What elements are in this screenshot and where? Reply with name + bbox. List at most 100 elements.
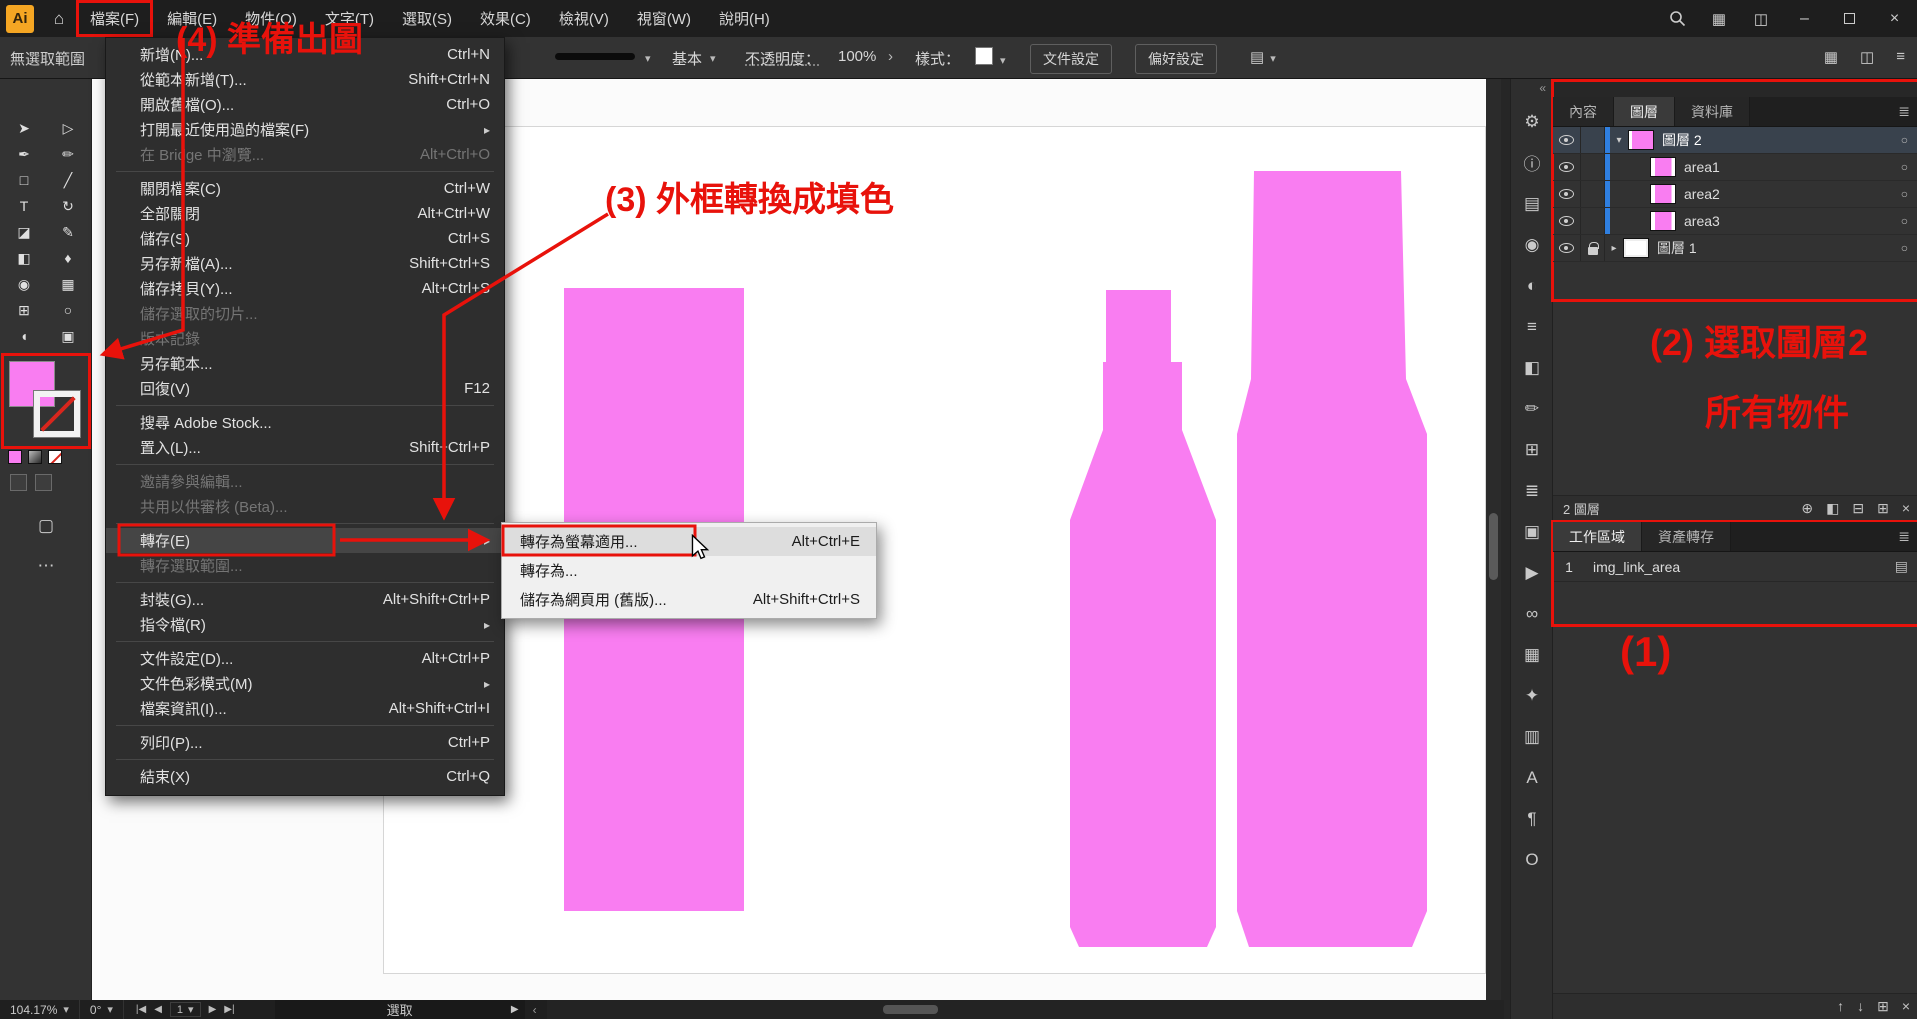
new-artboard-icon[interactable]: ⊞ xyxy=(1877,998,1889,1015)
file-menu-item-17[interactable]: 共用以供審核 (Beta)... xyxy=(106,494,504,519)
file-menu-item-20[interactable]: 封裝(G)...Alt+Shift+Ctrl+P xyxy=(106,587,504,612)
layers-tab-2[interactable]: 資料庫 xyxy=(1675,97,1750,126)
layers-tab-1[interactable]: 圖層 xyxy=(1614,97,1675,126)
file-menu-item-21[interactable]: 指令檔(R)▸ xyxy=(106,612,504,637)
zoom-tool[interactable]: ○ xyxy=(46,297,90,323)
brush-definition-dropdown[interactable]: 基本 ▾ xyxy=(672,48,716,69)
lock-toggle[interactable] xyxy=(1581,154,1605,180)
file-menu-item-7[interactable]: 儲存(S)Ctrl+S xyxy=(106,226,504,251)
menubar-item-6[interactable]: 檢視(V) xyxy=(545,0,623,37)
file-menu-item-5[interactable]: 關閉檔案(C)Ctrl+W xyxy=(106,176,504,201)
delete-layer-icon[interactable]: × xyxy=(1902,500,1910,517)
target-circle-icon[interactable]: ○ xyxy=(1901,133,1908,147)
artboard-tool[interactable]: ⊞ xyxy=(2,297,46,323)
isolate-selection-dropdown[interactable]: ▤ ▾ xyxy=(1250,48,1276,66)
gradient-panel-icon[interactable]: ◐ xyxy=(1511,265,1553,306)
mesh-tool[interactable]: ▦ xyxy=(46,271,90,297)
locate-object-icon[interactable]: ⊕ xyxy=(1801,500,1813,517)
layer-row-3[interactable]: area3○ xyxy=(1553,208,1917,235)
layers-tab-0[interactable]: 內容 xyxy=(1553,97,1614,126)
opacity-spinner-icon[interactable]: › xyxy=(888,48,893,65)
arrange-documents-icon[interactable]: ◫ xyxy=(1740,0,1782,37)
file-menu-item-3[interactable]: 打開最近使用過的檔案(F)▸ xyxy=(106,117,504,142)
file-menu-item-6[interactable]: 全部關閉Alt+Ctrl+W xyxy=(106,201,504,226)
chevron-right-icon[interactable]: ▸ xyxy=(1605,243,1623,254)
file-menu-item-24[interactable]: 檔案資訊(I)...Alt+Shift+Ctrl+I xyxy=(106,696,504,721)
selection-tool[interactable]: ➤ xyxy=(2,115,46,141)
draw-behind-button[interactable] xyxy=(35,474,52,491)
eyedropper-tool[interactable]: ♦ xyxy=(46,245,90,271)
stroke-panel-icon[interactable]: ≡ xyxy=(1511,306,1553,347)
file-menu-item-15[interactable]: 置入(L)...Shift+Ctrl+P xyxy=(106,435,504,460)
next-artboard-button[interactable]: ▶ xyxy=(209,1004,217,1015)
target-circle-icon[interactable]: ○ xyxy=(1901,241,1908,255)
lock-toggle[interactable] xyxy=(1581,181,1605,207)
file-menu-item-4[interactable]: 在 Bridge 中瀏覽...Alt+Ctrl+O xyxy=(106,142,504,167)
menubar-item-2[interactable]: 物件(O) xyxy=(231,0,311,37)
file-menu-item-16[interactable]: 邀請參與編輯... xyxy=(106,469,504,494)
artboards-panel-icon[interactable]: ▤ xyxy=(1511,183,1553,224)
new-layer-icon[interactable]: ⊞ xyxy=(1877,500,1889,517)
app-logo[interactable]: Ai xyxy=(6,5,34,33)
blend-tool[interactable]: ◉ xyxy=(2,271,46,297)
color-button[interactable] xyxy=(8,450,22,464)
visibility-toggle[interactable] xyxy=(1553,181,1581,207)
rotate-tool[interactable]: ↻ xyxy=(46,193,90,219)
style-swatch[interactable] xyxy=(975,47,993,65)
screen-mode-button[interactable]: ▢ xyxy=(0,516,92,536)
hand-tool[interactable]: ◖ xyxy=(2,323,46,349)
share-icon[interactable]: ◫ xyxy=(1860,48,1874,66)
layer-row-1[interactable]: area1○ xyxy=(1553,154,1917,181)
file-menu-item-10[interactable]: 儲存選取的切片... xyxy=(106,301,504,326)
make-clipping-mask-icon[interactable]: ◧ xyxy=(1826,500,1839,517)
shape-builder-tool[interactable]: ◧ xyxy=(2,245,46,271)
file-menu-item-9[interactable]: 儲存拷貝(Y)...Alt+Ctrl+S xyxy=(106,276,504,301)
target-circle-icon[interactable]: ○ xyxy=(1901,160,1908,174)
target-circle-icon[interactable]: ○ xyxy=(1901,214,1908,228)
file-menu-item-8[interactable]: 另存新檔(A)...Shift+Ctrl+S xyxy=(106,251,504,276)
symbols-panel-icon[interactable]: ⊞ xyxy=(1511,429,1553,470)
file-menu-item-2[interactable]: 開啟舊檔(O)...Ctrl+O xyxy=(106,92,504,117)
layer-row-0[interactable]: ▾圖層 2○ xyxy=(1553,127,1917,154)
paintbrush-tool[interactable]: ✎ xyxy=(46,219,90,245)
file-menu-item-0[interactable]: 新增(N)...Ctrl+N xyxy=(106,42,504,67)
menubar-item-8[interactable]: 說明(H) xyxy=(705,0,784,37)
layer-row-4[interactable]: ▸圖層 1○ xyxy=(1553,235,1917,262)
file-menu-item-1[interactable]: 從範本新增(T)...Shift+Ctrl+N xyxy=(106,67,504,92)
chevron-down-icon[interactable]: ▾ xyxy=(1610,135,1628,146)
horizontal-scrollbar[interactable] xyxy=(547,1000,1504,1019)
links-panel-icon[interactable]: ∞ xyxy=(1511,593,1553,634)
transparency-panel-icon[interactable]: ▥ xyxy=(1511,716,1553,757)
draw-normal-button[interactable] xyxy=(10,474,27,491)
move-down-icon[interactable]: ↓ xyxy=(1857,998,1864,1015)
vertical-scrollbar[interactable] xyxy=(1486,79,1501,1000)
restore-button[interactable] xyxy=(1827,0,1872,37)
info-panel-icon[interactable]: ⓘ xyxy=(1511,142,1553,183)
brushes-panel-icon[interactable]: ✏ xyxy=(1511,388,1553,429)
menubar-item-7[interactable]: 視窗(W) xyxy=(623,0,705,37)
layers-panel-menu-icon[interactable]: ≣ xyxy=(1898,103,1910,120)
close-button[interactable]: × xyxy=(1872,0,1917,37)
line-segment-tool[interactable]: ╱ xyxy=(46,167,90,193)
vertical-scrollbar-thumb[interactable] xyxy=(1489,513,1498,580)
eraser-tool[interactable]: ◪ xyxy=(2,219,46,245)
artboards-tab-1[interactable]: 資產轉存 xyxy=(1642,522,1731,551)
actions-panel-icon[interactable]: ▶ xyxy=(1511,552,1553,593)
artboards-tab-0[interactable]: 工作區域 xyxy=(1553,522,1642,551)
artboard-icon[interactable]: ▤ xyxy=(1895,558,1908,575)
effects-panel-icon[interactable]: ✦ xyxy=(1511,675,1553,716)
menubar-item-1[interactable]: 編輯(E) xyxy=(153,0,231,37)
home-icon[interactable]: ⌂ xyxy=(42,9,76,29)
visibility-toggle[interactable] xyxy=(1553,127,1581,153)
appearance-panel-icon[interactable]: ≣ xyxy=(1511,470,1553,511)
horizontal-scrollbar-thumb[interactable] xyxy=(883,1005,938,1014)
graphic-styles-panel-icon[interactable]: ▣ xyxy=(1511,511,1553,552)
collapse-status-icon[interactable]: ‹ xyxy=(533,1003,537,1017)
search-icon[interactable] xyxy=(1656,0,1698,37)
none-button[interactable] xyxy=(48,450,62,464)
chevron-down-icon[interactable]: ▾ xyxy=(1000,51,1006,68)
export-submenu-item-0[interactable]: 轉存為螢幕適用...Alt+Ctrl+E xyxy=(502,527,876,556)
file-menu-item-26[interactable]: 結束(X)Ctrl+Q xyxy=(106,764,504,789)
swatches-panel-icon[interactable]: ◧ xyxy=(1511,347,1553,388)
lock-toggle[interactable] xyxy=(1581,208,1605,234)
